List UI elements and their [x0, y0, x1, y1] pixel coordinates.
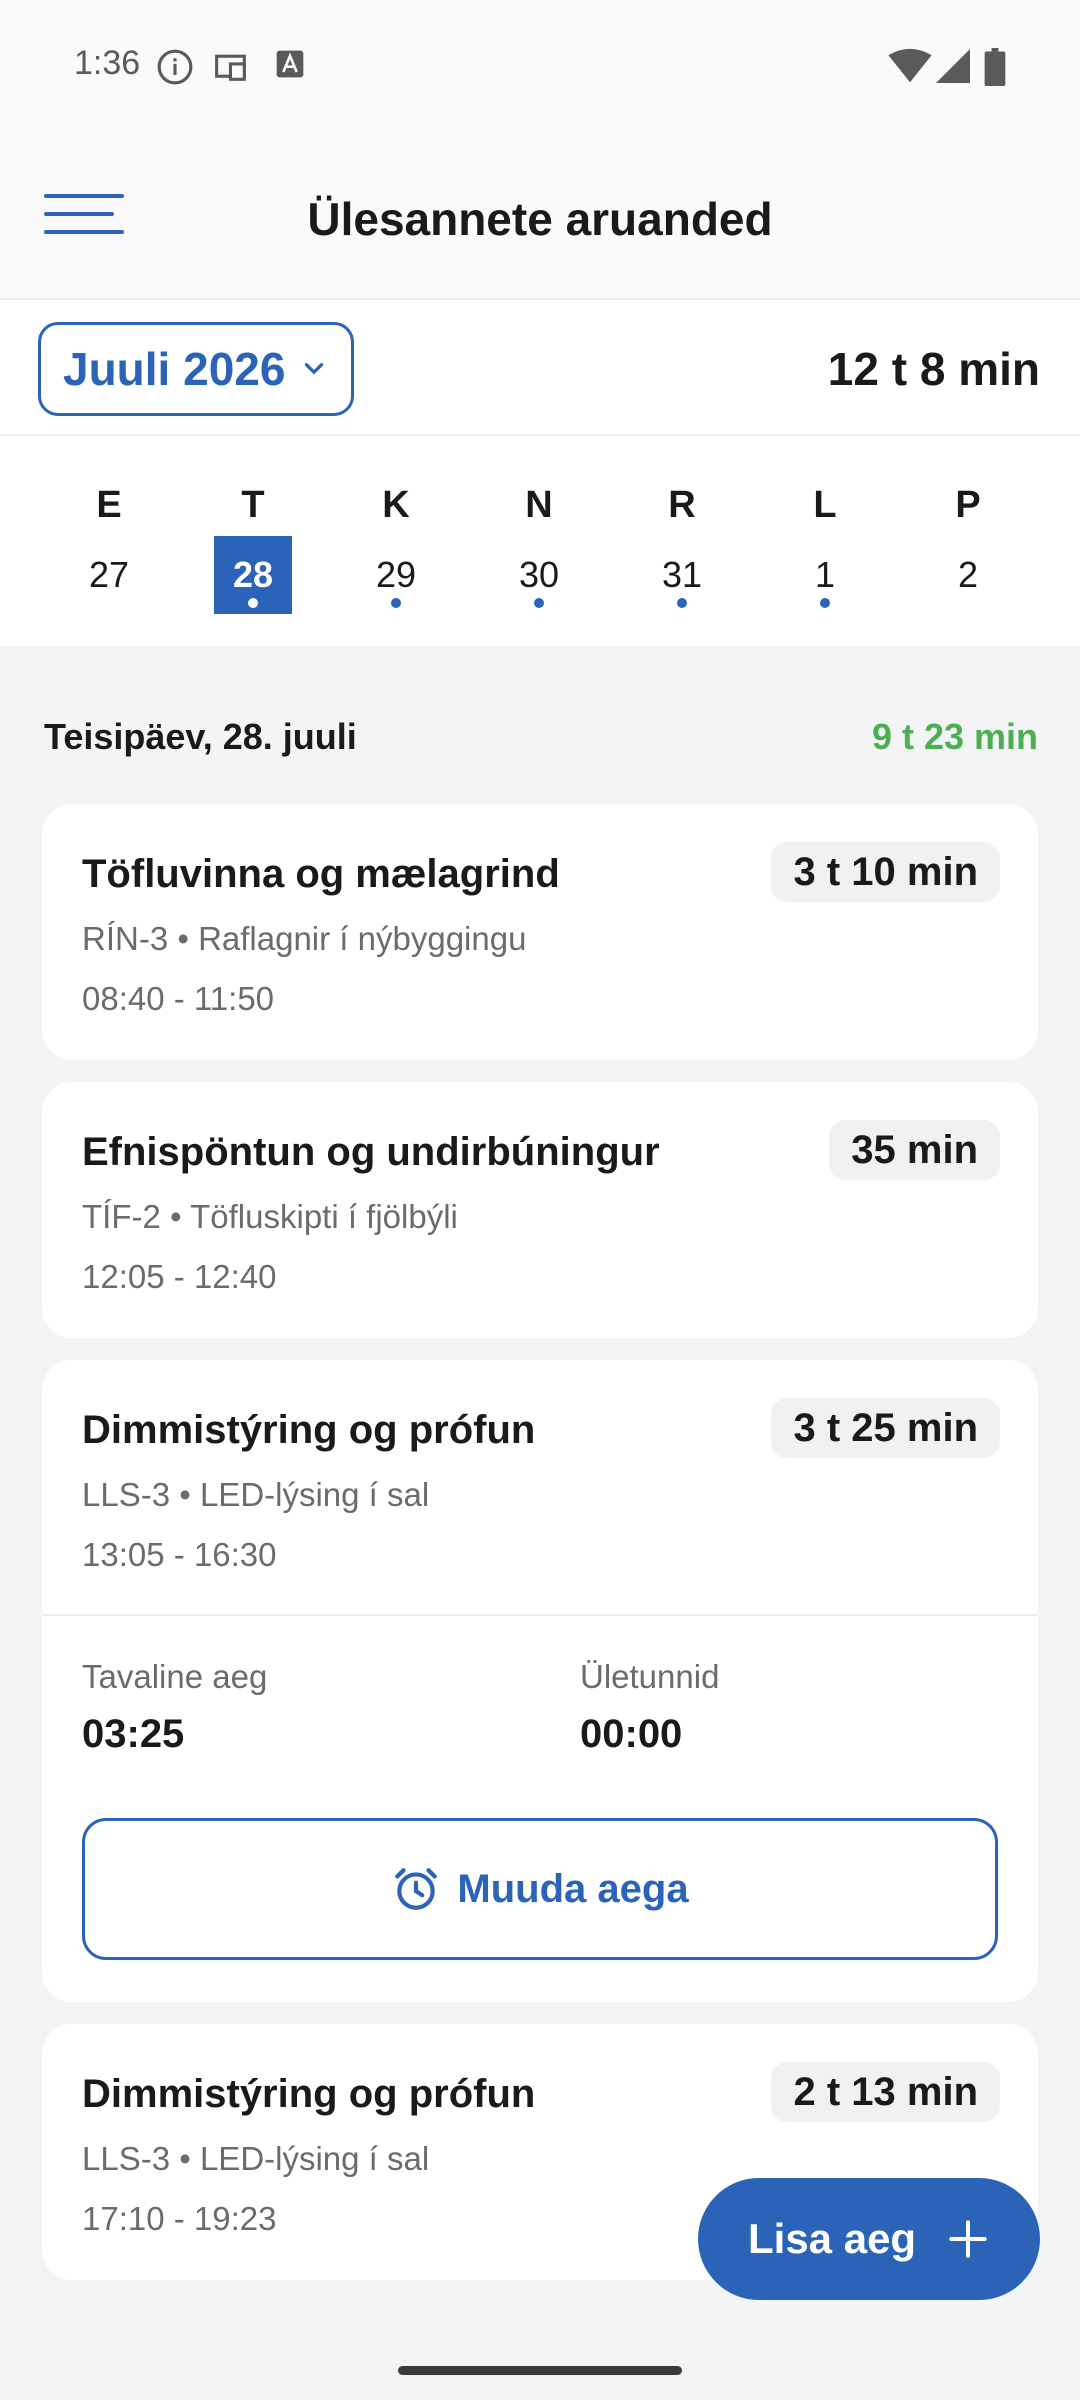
day-letter: T [241, 484, 265, 526]
day-letter: K [382, 484, 410, 526]
cast-device-icon [215, 54, 246, 81]
day-number: 2 [957, 554, 979, 595]
entry-dot [534, 598, 544, 608]
regular-time-value: 03:25 [82, 1712, 185, 1756]
entry-dot [820, 598, 830, 608]
battery-icon [984, 48, 1006, 86]
entry-title: Efnispöntun og undirbúningur [82, 1130, 660, 1174]
edit-time-label: Muuda aega [457, 1866, 689, 1911]
status-time: 1:36 [74, 44, 141, 82]
entry-time-range: 08:40 - 11:50 [82, 980, 275, 1017]
entry-project: LLS-3 • LED-lýsing í sal [82, 2140, 430, 2177]
day-letter: P [955, 484, 981, 526]
home-indicator[interactable] [398, 2366, 682, 2375]
entry-dot [248, 598, 258, 608]
entry-project: RÍN-3 • Raflagnir í nýbyggingu [82, 920, 527, 957]
entry-project: LLS-3 • LED-lýsing í sal [82, 1476, 430, 1513]
page-title: Ülesannete aruanded [307, 193, 773, 245]
plus-icon [949, 2220, 987, 2258]
signal-icon [936, 49, 970, 83]
wifi-icon [888, 48, 932, 83]
entry-duration-badge: 35 min [829, 1120, 1000, 1180]
alarm-clock-icon [395, 1868, 438, 1910]
add-time-label: Lisa aeg [748, 2215, 917, 2262]
add-time-button[interactable]: Lisa aeg [698, 2178, 1040, 2300]
day-total: 9 t 23 min [871, 716, 1038, 757]
entry-time-range: 17:10 - 19:23 [82, 2200, 277, 2237]
entry-dot [677, 598, 687, 608]
day-letter: R [668, 484, 696, 526]
entry-duration-badge: 3 t 25 min [771, 1398, 1000, 1458]
overtime-value: 00:00 [580, 1712, 683, 1756]
regular-time-label: Tavaline aeg [82, 1658, 268, 1695]
app-bar: Ülesannete aruanded [0, 130, 1080, 300]
entry-title: Dimmistýring og prófun [82, 2072, 536, 2116]
entry-dot [391, 598, 401, 608]
week-strip: E 27 T 28 K 29 N 30 R 31 L 1 P 2 [0, 436, 1080, 646]
month-total: 12 t 8 min [827, 343, 1040, 395]
entry-duration-badge: 3 t 10 min [771, 842, 1000, 902]
day-number: 27 [88, 554, 130, 595]
font-a-icon [276, 50, 304, 78]
entry-project: TÍF-2 • Töfluskipti í fjölbýli [82, 1198, 458, 1235]
entry-time-range: 12:05 - 12:40 [82, 1258, 277, 1295]
day-letter: E [96, 484, 122, 526]
day-letter: L [813, 484, 837, 526]
edit-time-button[interactable]: Muuda aega [82, 1818, 998, 1960]
info-icon [157, 49, 193, 85]
divider [42, 1614, 1038, 1616]
time-entry-card[interactable]: Efnispöntun og undirbúningur 35 min TÍF-… [42, 1082, 1038, 1338]
chevron-down-icon [305, 363, 324, 375]
time-entry-card-expanded[interactable]: Dimmistýring og prófun 3 t 25 min LLS-3 … [42, 1360, 1038, 2002]
entry-time-range: 13:05 - 16:30 [82, 1536, 277, 1573]
entry-title: Töfluvinna og mælagrind [82, 852, 560, 896]
entry-duration-badge: 2 t 13 min [771, 2062, 1000, 2122]
month-label: Juuli 2026 [63, 343, 286, 395]
day-letter: N [525, 484, 553, 526]
overtime-label: Ületunnid [580, 1658, 720, 1695]
time-entry-card[interactable]: Töfluvinna og mælagrind 3 t 10 min RÍN-3… [42, 804, 1038, 1060]
month-selector[interactable]: Juuli 2026 [38, 322, 354, 416]
day-date-label: Teisipäev, 28. juuli [44, 716, 357, 757]
status-bar: 1:36 [0, 0, 1080, 130]
entry-title: Dimmistýring og prófun [82, 1408, 536, 1452]
month-bar: Juuli 2026 12 t 8 min [0, 300, 1080, 436]
